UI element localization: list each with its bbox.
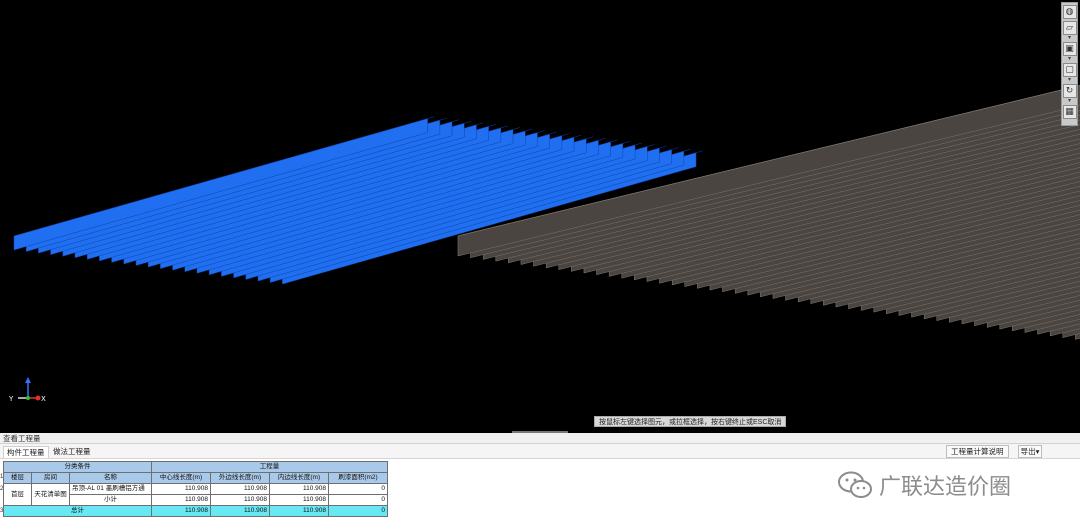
cell-inner-length[interactable]: 110.908	[269, 494, 329, 506]
axis-x-label: X	[41, 395, 46, 403]
chevron-down-icon: ▾	[1035, 447, 1040, 456]
dropdown-arrow-icon[interactable]: ▾	[1065, 56, 1075, 62]
cell-paint-area[interactable]: 0	[328, 494, 388, 506]
dropdown-arrow-icon[interactable]: ▾	[1065, 35, 1075, 41]
frame-icon[interactable]: ▢	[1062, 63, 1077, 77]
dropdown-arrow-icon[interactable]: ▾	[1065, 98, 1075, 104]
cell-paint-area[interactable]: 0	[328, 505, 388, 517]
cell-room[interactable]: 天花清单图	[31, 483, 70, 506]
table-row-total[interactable]: 总计 110.908 110.908 110.908 0	[3, 505, 388, 517]
watermark: 广联达造价圈	[836, 469, 1011, 501]
quantity-group-header: 工程量	[151, 461, 388, 473]
export-label: 导出	[1020, 447, 1036, 456]
view-box-icon[interactable]: ▣	[1062, 42, 1077, 56]
col-header-paint-area[interactable]: 刷漆面积(m2)	[328, 472, 388, 484]
cell-paint-area[interactable]: 0	[328, 483, 388, 495]
wechat-icon	[838, 471, 872, 498]
table-row[interactable]: 首层 天花清单图 吊顶-AL 01 墨刷槽铝方通 110.908 110.908…	[3, 483, 388, 506]
grid-icon[interactable]: ▦	[1062, 105, 1077, 119]
export-button[interactable]: 导出▾	[1018, 445, 1042, 458]
quantity-table: 分类条件 工程量 楼层 房间 名称 中心线长度(m) 外边线长度(m) 内边线长…	[3, 461, 388, 517]
col-header-floor[interactable]: 楼层	[3, 472, 32, 484]
col-header-name[interactable]: 名称	[69, 472, 152, 484]
unselected-ceiling-strips[interactable]	[457, 84, 1080, 340]
status-hint: 按鼠标左键选择图元，或拉框选择，按右键终止或ESC取消	[594, 416, 787, 427]
col-header-room[interactable]: 房间	[31, 472, 70, 484]
cell-inner-length[interactable]: 110.908	[269, 505, 329, 517]
layer-icon[interactable]: ▱	[1062, 21, 1077, 35]
rotate-icon[interactable]: ↻	[1062, 84, 1077, 98]
cell-outer-length[interactable]: 110.908	[210, 505, 270, 517]
table-header-row: 楼层 房间 名称 中心线长度(m) 外边线长度(m) 内边线长度(m) 刷漆面积…	[3, 472, 388, 484]
cell-center-length[interactable]: 110.908	[151, 505, 211, 517]
axis-gizmo: Y X	[6, 376, 46, 410]
col-header-outer-length[interactable]: 外边线长度(m)	[210, 472, 270, 484]
3d-viewport[interactable]: Y X ◍ ▱ ▾ ▣ ▾ ▢ ▾ ↻ ▾ ▦ 按鼠标左键选择图元，或拉框选择，…	[0, 0, 1080, 432]
col-header-center-length[interactable]: 中心线长度(m)	[151, 472, 211, 484]
cell-floor[interactable]: 首层	[3, 483, 32, 506]
panel-tabs: 构件工程量 做法工程量 工程量计算说明 导出▾	[0, 444, 1080, 459]
cell-center-length[interactable]: 110.908	[151, 494, 211, 506]
watermark-text: 广联达造价圈	[879, 475, 1012, 500]
cell-inner-length[interactable]: 110.908	[269, 483, 329, 495]
axis-y-label: Y	[8, 395, 14, 403]
tab-component-quantity[interactable]: 构件工程量	[3, 446, 49, 458]
calc-help-button[interactable]: 工程量计算说明	[946, 445, 1009, 458]
orbit-icon[interactable]: ◍	[1062, 5, 1077, 19]
category-group-header: 分类条件	[3, 461, 152, 473]
dropdown-arrow-icon[interactable]: ▾	[1065, 77, 1075, 83]
cell-outer-length[interactable]: 110.908	[210, 483, 270, 495]
panel-title: 查看工程量	[0, 433, 1080, 444]
cell-center-length[interactable]: 110.908	[151, 483, 211, 495]
3d-scene[interactable]	[0, 0, 1080, 432]
cell-name[interactable]: 吊顶-AL 01 墨刷槽铝方通	[69, 483, 152, 495]
table-group-header-row: 分类条件 工程量	[3, 461, 388, 473]
view-toolbar: ◍ ▱ ▾ ▣ ▾ ▢ ▾ ↻ ▾ ▦	[1061, 2, 1078, 126]
col-header-inner-length[interactable]: 内边线长度(m)	[269, 472, 329, 484]
tab-method-quantity[interactable]: 做法工程量	[50, 446, 94, 458]
cell-outer-length[interactable]: 110.908	[210, 494, 270, 506]
cell-name[interactable]: 小计	[69, 494, 152, 506]
cell-total-label[interactable]: 总计	[3, 505, 152, 517]
